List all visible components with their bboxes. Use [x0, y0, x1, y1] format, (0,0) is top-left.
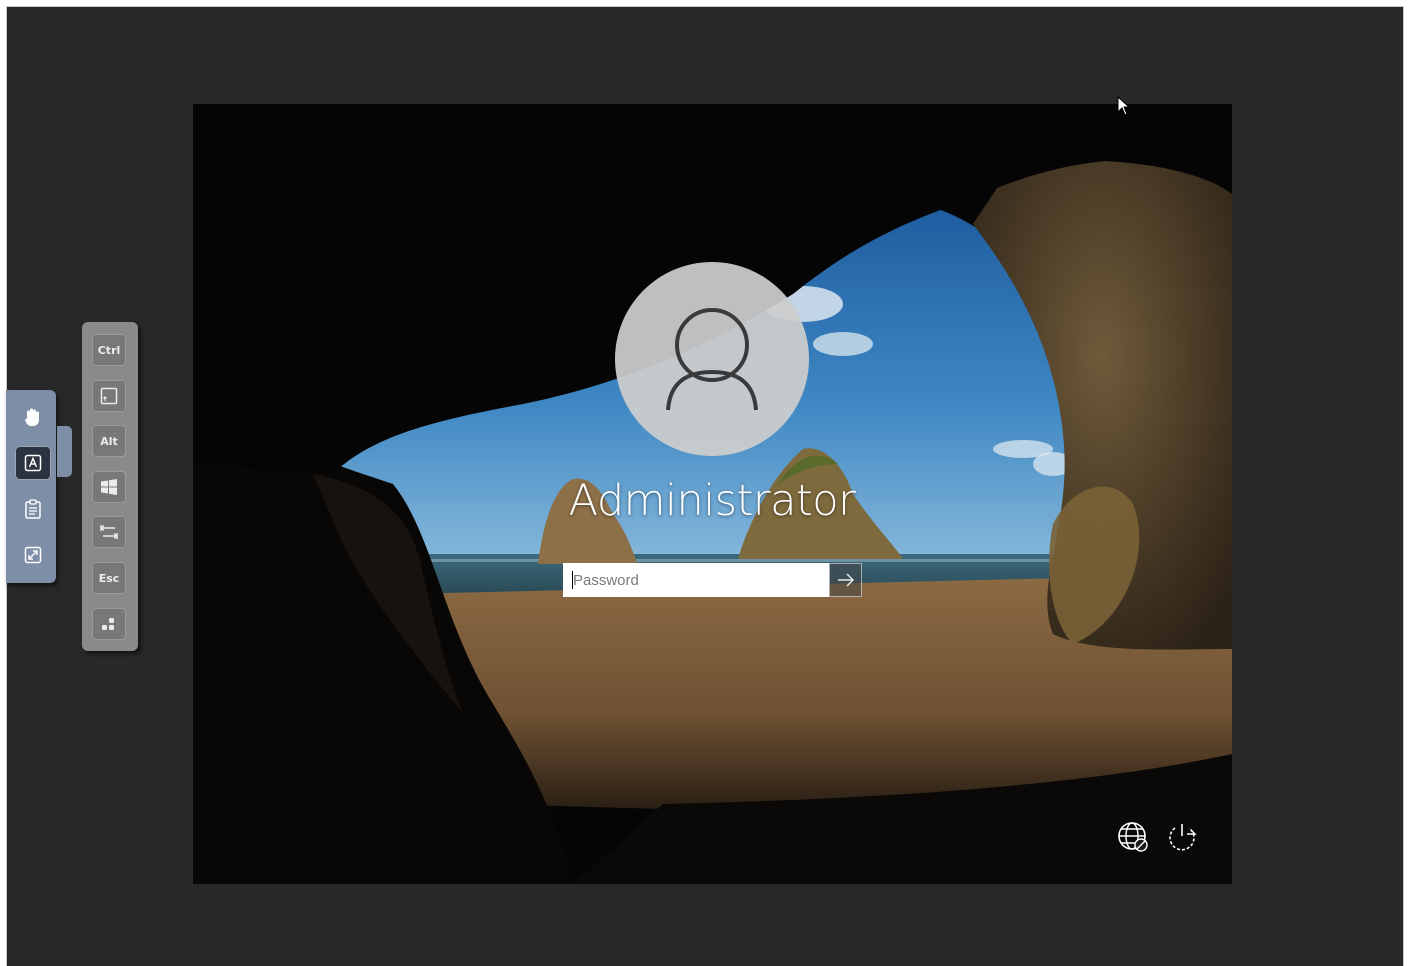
esc-key-button[interactable]: Esc: [92, 562, 126, 594]
text-caret: [572, 571, 573, 589]
shift-key-icon: [100, 387, 118, 405]
password-row: [563, 563, 862, 597]
user-avatar: [615, 262, 809, 456]
fullscreen-icon: [24, 546, 42, 564]
fullscreen-tool-button[interactable]: [15, 538, 51, 572]
shift-key-button[interactable]: [92, 380, 126, 412]
key-toolbar: Ctrl Alt Esc: [82, 322, 138, 651]
pan-tool-button[interactable]: [15, 400, 51, 434]
windows-key-button[interactable]: [92, 471, 126, 503]
remote-viewer-frame: Administrator: [6, 6, 1404, 966]
side-toolbar: [6, 390, 56, 583]
alt-key-button[interactable]: Alt: [92, 425, 126, 457]
username-label: Administrator: [568, 476, 856, 526]
submit-button[interactable]: [829, 563, 862, 597]
keyboard-icon: [24, 454, 42, 472]
tab-key-button[interactable]: [92, 516, 126, 548]
more-keys-button[interactable]: [92, 608, 126, 640]
network-disconnected-icon: [1118, 822, 1148, 852]
more-keys-icon: [102, 618, 114, 630]
tab-key-icon: [99, 524, 119, 540]
mouse-pointer-icon: [1117, 96, 1131, 116]
remote-screen[interactable]: Administrator: [193, 104, 1232, 884]
network-button[interactable]: [1117, 820, 1151, 854]
power-icon: [1169, 824, 1197, 851]
keyboard-tool-button[interactable]: [15, 446, 51, 480]
clipboard-icon: [25, 499, 41, 519]
windows-key-icon: [101, 479, 117, 495]
clipboard-tool-button[interactable]: [15, 492, 51, 526]
password-field[interactable]: [563, 563, 829, 597]
power-button[interactable]: [1165, 820, 1199, 854]
arrow-right-icon: [837, 573, 854, 587]
side-toolbar-handle[interactable]: [57, 426, 72, 477]
hand-pan-icon: [25, 408, 39, 426]
ctrl-key-button[interactable]: Ctrl: [92, 334, 126, 366]
user-silhouette-icon: [666, 308, 758, 411]
